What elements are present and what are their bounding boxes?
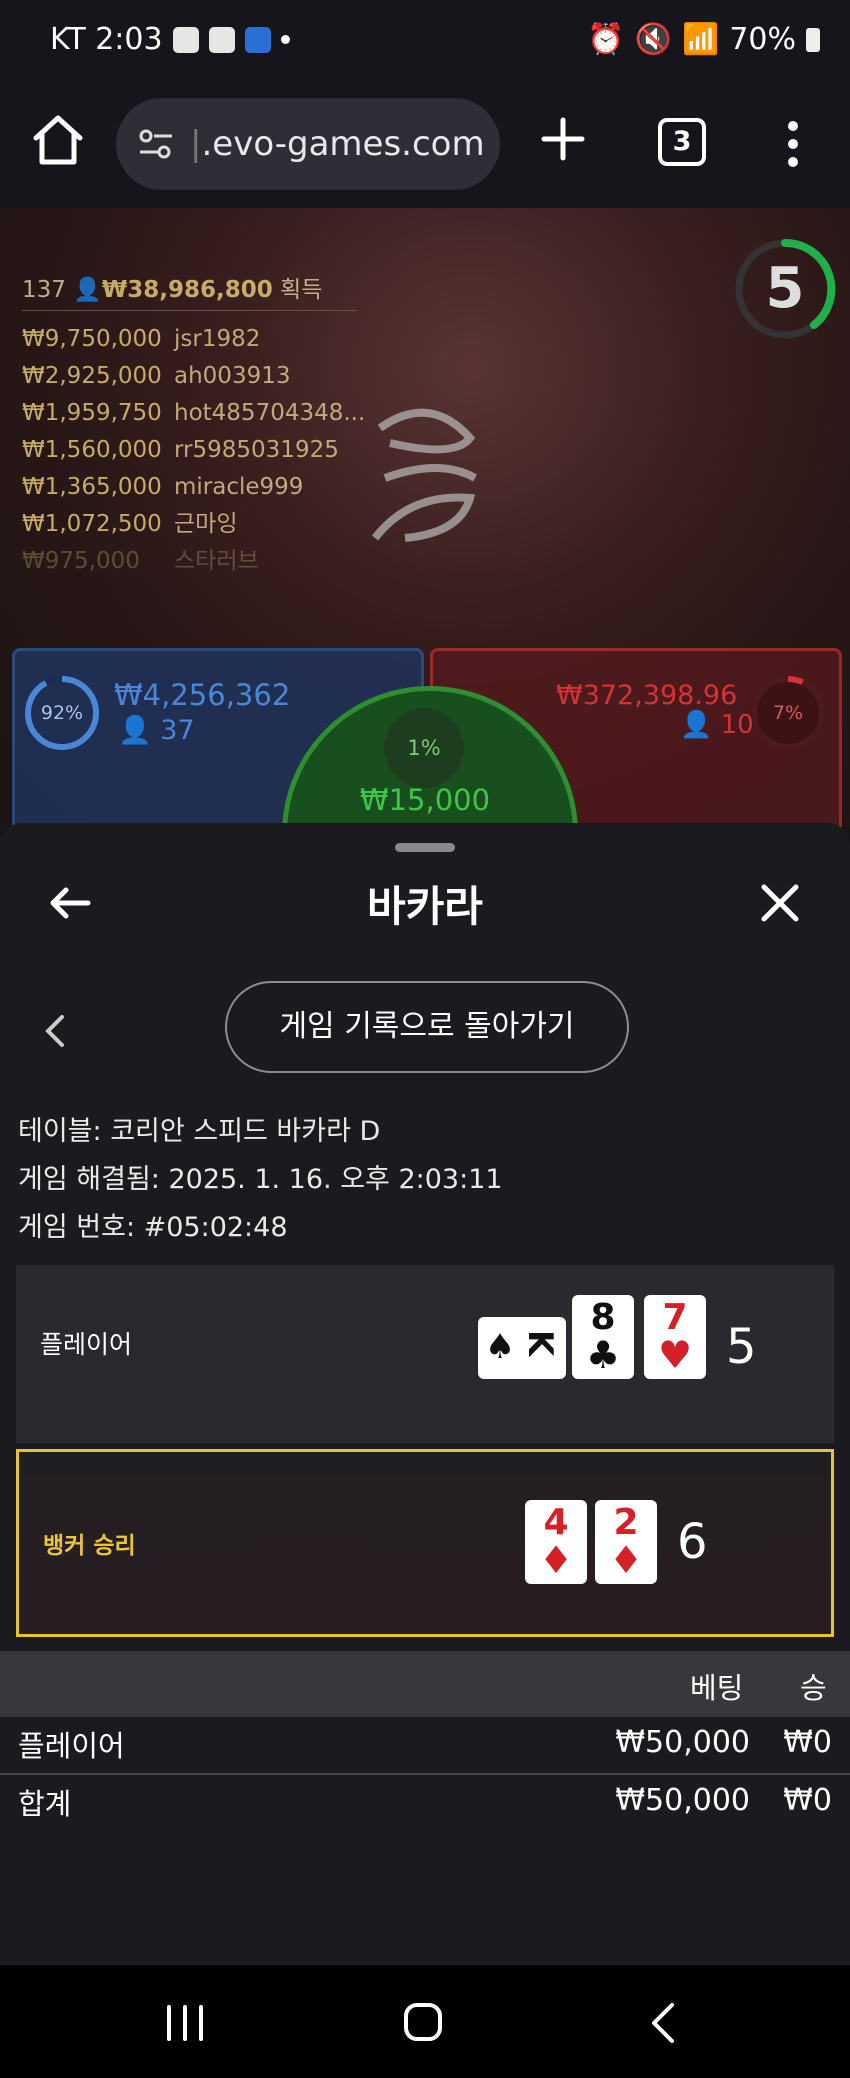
more-notifications-dot bbox=[280, 35, 290, 44]
banker-win-label: 뱅커 승리 bbox=[43, 1533, 136, 1559]
winner-amount: ₩1,959,750 bbox=[22, 400, 162, 426]
player-percent: 92% bbox=[40, 702, 84, 724]
player-score: 5 bbox=[726, 1319, 757, 1375]
win-amount: ₩0 bbox=[783, 1783, 832, 1818]
person-icon: 👤 bbox=[118, 715, 152, 746]
winner-name: ah003913 bbox=[174, 363, 291, 389]
bet-label: 합계 bbox=[18, 1787, 72, 1821]
sheet-title: 바카라 bbox=[367, 882, 483, 931]
bet-label: 플레이어 bbox=[18, 1729, 125, 1763]
win-column-header: 승 bbox=[800, 1671, 827, 1705]
countdown-timer: 5 bbox=[765, 256, 805, 321]
banker-percent: 7% bbox=[772, 702, 804, 724]
info-game-number: 게임 번호: #05:02:48 bbox=[18, 1212, 288, 1243]
playing-card: 8 ♣ bbox=[572, 1295, 634, 1379]
tie-percent: 1% bbox=[384, 708, 464, 788]
status-left: KT 2:03 bbox=[50, 22, 290, 57]
bet-column-header: 베팅 bbox=[690, 1671, 744, 1705]
home-button-icon[interactable] bbox=[402, 2001, 444, 2043]
carrier-time: KT 2:03 bbox=[50, 22, 163, 57]
info-resolved-time: 게임 해결됨: 2025. 1. 16. 오후 2:03:11 bbox=[18, 1164, 503, 1195]
game-history-sheet: 바카라 게임 기록으로 돌아가기 테이블: 코리안 스피드 바카라 D 게임 해… bbox=[0, 823, 850, 1965]
alarm-icon: ⏰ bbox=[587, 22, 625, 57]
player-hand-label: 플레이어 bbox=[40, 1330, 133, 1359]
player-bettor-count: 👤 37 bbox=[118, 715, 195, 746]
winner-amount: ₩975,000 bbox=[22, 548, 140, 574]
browser-toolbar: |.evo-games.com 3 bbox=[0, 90, 850, 210]
banker-score: 6 bbox=[677, 1514, 708, 1570]
banker-bet-total: ₩372,398.96 bbox=[556, 680, 738, 711]
bets-table-header: 베팅 승 bbox=[0, 1651, 850, 1717]
new-tab-icon[interactable] bbox=[538, 114, 588, 164]
app-notification-icon bbox=[244, 26, 271, 53]
pill-icon bbox=[172, 26, 199, 53]
winner-row: ₩1,072,500 근마잉 bbox=[22, 506, 362, 543]
winner-amount: ₩1,365,000 bbox=[22, 474, 162, 500]
gallery-icon bbox=[208, 26, 235, 53]
banker-hand-row: 뱅커 승리 4 ♦ 2 ♦ 6 bbox=[16, 1449, 834, 1637]
status-bar: KT 2:03 ⏰ 🔇 📶 70% bbox=[0, 0, 850, 90]
previous-round-chevron-icon[interactable] bbox=[42, 1013, 66, 1049]
info-table-name: 테이블: 코리안 스피드 바카라 D bbox=[18, 1116, 381, 1147]
sheet-drag-handle[interactable] bbox=[395, 843, 455, 852]
battery-icon bbox=[806, 27, 820, 52]
winner-row: ₩1,365,000 miracle999 bbox=[22, 469, 362, 506]
url-text[interactable]: |.evo-games.com bbox=[190, 124, 485, 164]
address-bar[interactable]: |.evo-games.com bbox=[116, 98, 500, 190]
winner-name: miracle999 bbox=[174, 474, 304, 500]
winner-amount: ₩1,072,500 bbox=[22, 511, 162, 537]
player-hand-row: 플레이어 ♠ K 8 ♣ 7 ♥ 5 bbox=[16, 1265, 834, 1443]
playing-card: 2 ♦ bbox=[595, 1500, 657, 1584]
winner-name: jsr1982 bbox=[174, 326, 261, 352]
wifi-icon: 📶 bbox=[681, 22, 720, 57]
winners-header: 137 👤₩38,986,800 획득 bbox=[22, 270, 357, 311]
win-amount: ₩0 bbox=[783, 1725, 832, 1760]
banker-bettor-count: 👤 10 bbox=[680, 710, 754, 740]
winner-row: ₩1,560,000 rr5985031925 bbox=[22, 432, 362, 469]
recent-apps-icon[interactable] bbox=[163, 2003, 207, 2043]
player-bet-total: ₩4,256,362 bbox=[114, 678, 291, 712]
winners-list: 137 👤₩38,986,800 획득 ₩9,750,000 jsr1982 ₩2,… bbox=[22, 270, 366, 580]
person-icon: 👤 bbox=[680, 710, 713, 740]
winner-amount: ₩2,925,000 bbox=[22, 363, 162, 389]
winner-amount: ₩9,750,000 bbox=[22, 326, 162, 352]
bet-amount: ₩50,000 bbox=[615, 1725, 750, 1760]
winner-row: ₩9,750,000 jsr1982 bbox=[22, 321, 362, 358]
back-nav-icon[interactable] bbox=[648, 2001, 676, 2045]
bet-amount: ₩50,000 bbox=[615, 1783, 750, 1818]
mute-icon: 🔇 bbox=[634, 22, 672, 57]
more-menu-icon[interactable] bbox=[778, 114, 808, 174]
playing-card: ♠ K bbox=[478, 1317, 566, 1379]
site-settings-icon[interactable] bbox=[136, 124, 176, 164]
home-icon[interactable] bbox=[30, 112, 86, 168]
winner-name: rr5985031925 bbox=[174, 437, 339, 463]
back-arrow-icon[interactable] bbox=[48, 881, 92, 925]
game-video-area: 137 👤₩38,986,800 획득 ₩9,750,000 jsr1982 ₩2,… bbox=[0, 208, 850, 828]
winner-name: hot485704348... bbox=[174, 400, 366, 426]
person-icon: 👤 bbox=[73, 277, 102, 303]
tab-switcher-button[interactable]: 3 bbox=[658, 118, 706, 166]
battery-percent: 70% bbox=[729, 22, 796, 57]
winner-row: ₩975,000 스타러브 bbox=[22, 543, 362, 580]
playing-card: 4 ♦ bbox=[525, 1500, 587, 1584]
back-to-history-button[interactable]: 게임 기록으로 돌아가기 bbox=[225, 981, 629, 1073]
close-icon[interactable] bbox=[760, 883, 800, 923]
playing-card: 7 ♥ bbox=[644, 1295, 706, 1379]
winner-row: ₩2,925,000 ah003913 bbox=[22, 358, 362, 395]
tie-bet-total: ₩15,000 bbox=[359, 783, 491, 817]
winner-name: 근마잉 bbox=[174, 511, 238, 537]
status-right: ⏰ 🔇 📶 70% bbox=[587, 22, 820, 57]
evolution-logo-icon bbox=[371, 408, 477, 542]
table-row: 합계 ₩50,000 ₩0 bbox=[0, 1775, 850, 1831]
system-nav-bar bbox=[0, 1965, 850, 2078]
winner-name: 스타러브 bbox=[174, 548, 259, 574]
table-row: 플레이어 ₩50,000 ₩0 bbox=[0, 1717, 850, 1775]
winner-row: ₩1,959,750 hot485704348... bbox=[22, 395, 366, 432]
winner-amount: ₩1,560,000 bbox=[22, 437, 162, 463]
